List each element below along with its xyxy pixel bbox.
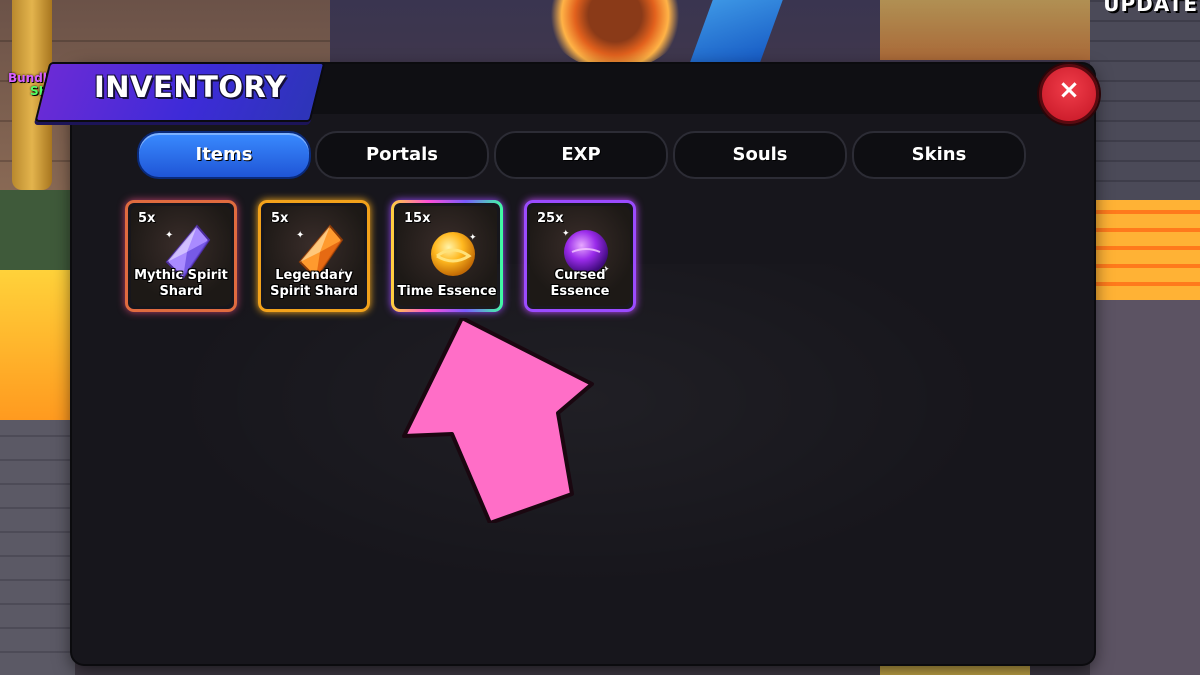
- item-name-line2: Essence: [550, 284, 610, 299]
- stone-floor-left: [0, 420, 75, 675]
- tab-exp[interactable]: EXP: [494, 131, 668, 179]
- svg-text:✦: ✦: [165, 230, 173, 241]
- item-slot-mythic-spirit-shard[interactable]: ✦ ✦ Mythic Spirit Shard 5x: [125, 200, 237, 312]
- item-quantity: 25x: [537, 211, 564, 226]
- item-name-line2: Spirit Shard: [270, 284, 358, 299]
- item-name: Mythic Spirit Shard: [131, 268, 231, 300]
- item-name-line2: Shard: [159, 284, 203, 299]
- lava-stairs-right: [1090, 200, 1200, 300]
- item-slot-time-essence[interactable]: ✦ Time Essence 15x: [391, 200, 503, 312]
- item-quantity: 15x: [404, 211, 431, 226]
- close-button[interactable]: ×: [1039, 64, 1099, 124]
- fire-glow: [880, 0, 1110, 60]
- slot-background: ✦ ✦ Legendary Spirit Shard 5x: [264, 206, 364, 306]
- item-name-line1: Time Essence: [397, 284, 497, 299]
- slot-background: ✦ Time Essence 15x: [397, 206, 497, 306]
- update-button[interactable]: UPDATE: [1103, 0, 1198, 16]
- pink-pointer-arrow-icon: [402, 318, 594, 523]
- category-tabs: Items Portals EXP Souls Skins: [137, 131, 1037, 179]
- item-name-line1: Cursed: [554, 268, 606, 283]
- tab-souls[interactable]: Souls: [673, 131, 847, 179]
- lava-pool-left: [0, 270, 75, 420]
- tab-portals[interactable]: Portals: [315, 131, 489, 179]
- item-name: Legendary Spirit Shard: [264, 268, 364, 300]
- item-name: Cursed Essence: [530, 268, 630, 300]
- tab-items[interactable]: Items: [137, 131, 311, 179]
- slot-background: ✦ ✦ Cursed Essence 25x: [530, 206, 630, 306]
- item-name-line1: Legendary: [275, 268, 353, 283]
- svg-text:✦: ✦: [562, 229, 570, 239]
- inventory-title: INVENTORY: [94, 70, 287, 104]
- svg-text:✦: ✦: [469, 233, 477, 243]
- grass-patch: [0, 190, 75, 270]
- stone-tower: [1090, 0, 1200, 200]
- stone-floor-right: [1090, 300, 1200, 675]
- golden-orb-icon: ✦: [431, 232, 477, 276]
- slot-background: ✦ ✦ Mythic Spirit Shard 5x: [131, 206, 231, 306]
- item-slot-cursed-essence[interactable]: ✦ ✦ Cursed Essence 25x: [524, 200, 636, 312]
- item-name: Time Essence: [397, 284, 497, 300]
- close-icon: ×: [1058, 75, 1080, 105]
- tab-skins[interactable]: Skins: [852, 131, 1026, 179]
- item-slot-legendary-spirit-shard[interactable]: ✦ ✦ Legendary Spirit Shard 5x: [258, 200, 370, 312]
- svg-text:✦: ✦: [296, 230, 304, 241]
- item-quantity: 5x: [138, 211, 156, 226]
- item-quantity: 5x: [271, 211, 289, 226]
- item-name-line1: Mythic Spirit: [134, 268, 228, 283]
